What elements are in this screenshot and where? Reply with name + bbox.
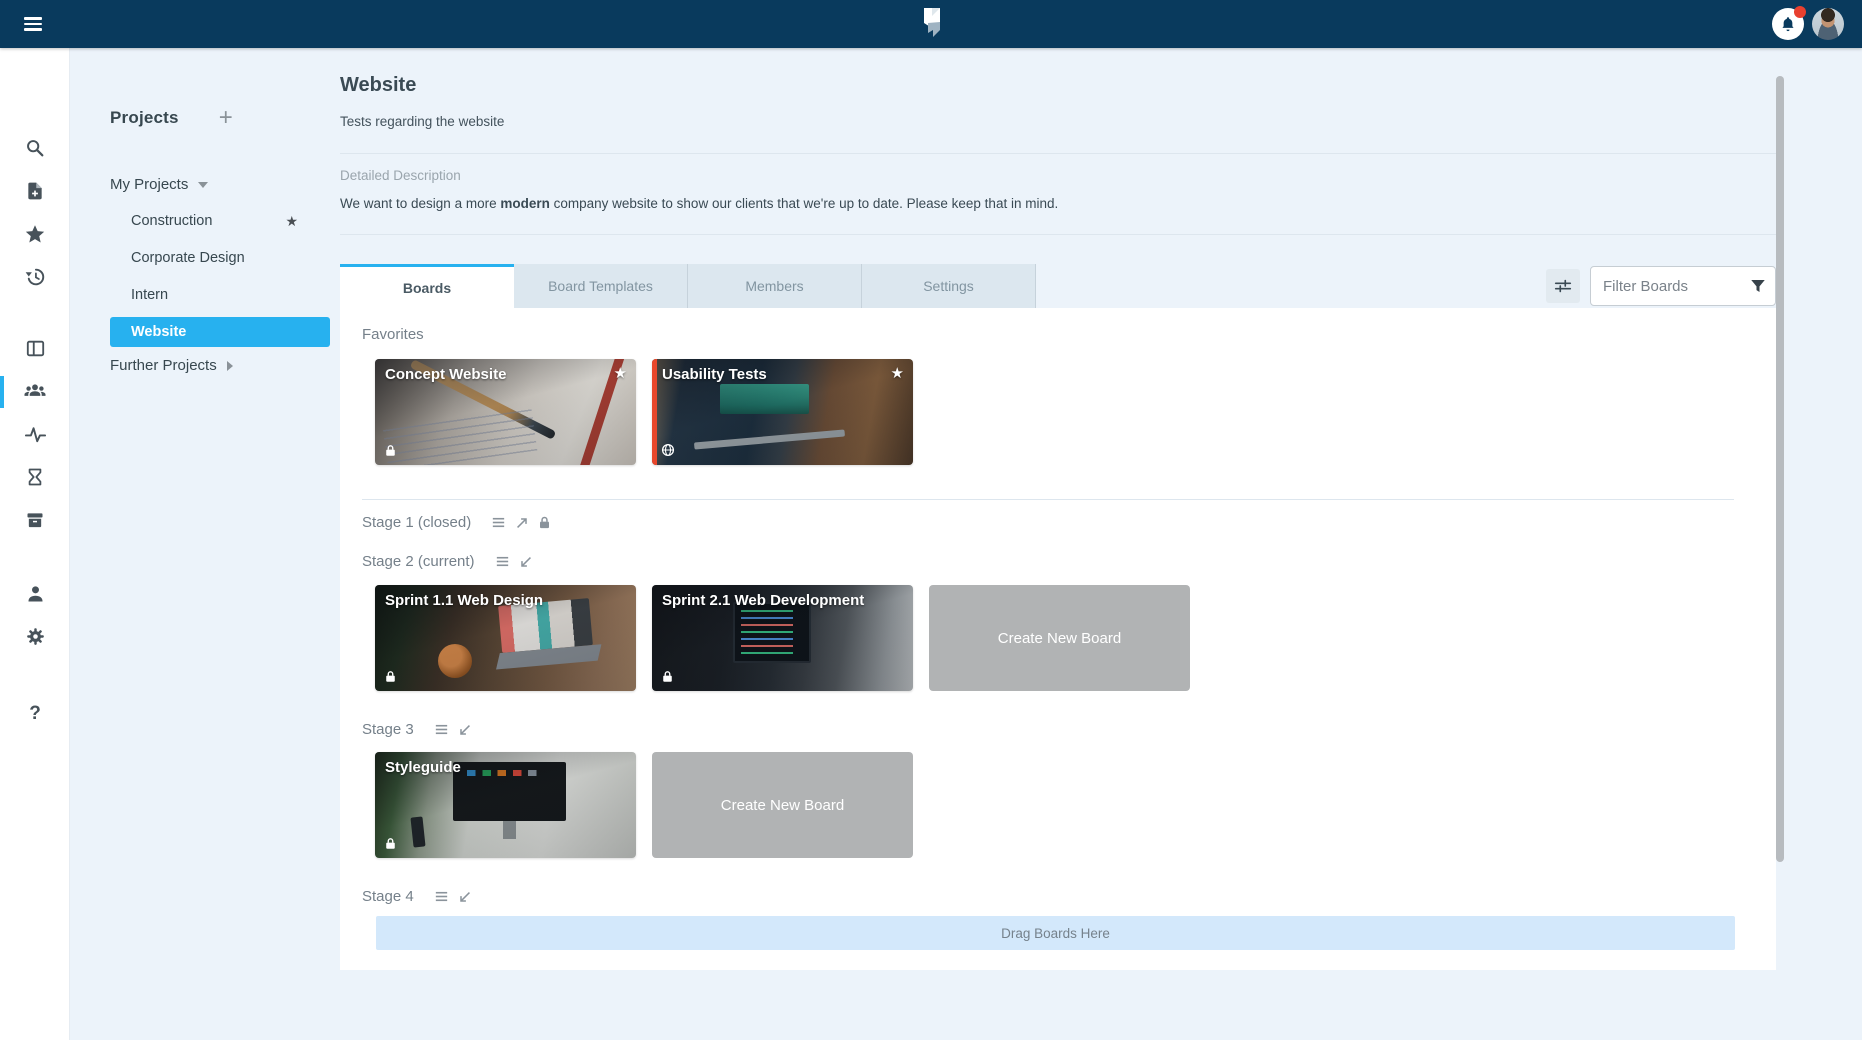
private-lock-icon [384,670,397,683]
notification-badge [1794,6,1806,18]
user-avatar[interactable] [1812,8,1844,40]
star-icon[interactable] [0,216,70,252]
stage-1-header: Stage 1 (closed) [362,514,1776,531]
private-lock-icon [661,670,674,683]
board-title: Styleguide [385,759,606,776]
help-icon[interactable]: ? [0,695,70,731]
tune-icon [1553,276,1573,296]
description-label: Detailed Description [340,168,1776,183]
favorite-star-icon: ★ [285,213,298,230]
stage-4-header: Stage 4 [362,888,1776,905]
board-title: Concept Website [385,366,606,383]
favorites-section-label: Favorites [362,326,1776,343]
project-item-corporate-design[interactable]: Corporate Design [122,243,358,273]
filter-boards-field [1590,266,1776,306]
stage-collapse-icon[interactable] [518,554,534,570]
stage-label: Stage 4 [362,888,414,905]
stage-locked-icon [537,515,552,530]
chevron-right-icon [227,361,233,371]
sort-options-button[interactable] [1546,269,1580,303]
stage-collapse-icon[interactable] [457,722,473,738]
board-color-stripe [652,359,657,465]
public-globe-icon [661,443,675,457]
hourglass-icon[interactable] [0,459,70,495]
further-projects-toggle[interactable]: Further Projects [110,357,233,374]
settings-gear-icon[interactable] [0,618,70,654]
board-title: Usability Tests [662,366,883,383]
boards-sheet: Favorites Concept Website ★ Usabili [340,308,1776,970]
stage-2-header: Stage 2 (current) [362,553,1776,570]
project-subtitle: Tests regarding the website [340,114,1776,129]
board-card-concept-website[interactable]: Concept Website ★ [375,359,636,465]
add-project-button[interactable]: + [219,109,233,127]
stage-menu-icon[interactable] [433,888,450,905]
board-card-sprint-2-1-web-development[interactable]: Sprint 2.1 Web Development [652,585,913,691]
board-title: Sprint 1.1 Web Design [385,592,606,609]
vertical-scrollbar[interactable] [1776,76,1784,862]
archive-icon[interactable] [0,502,70,538]
drag-boards-drop-zone[interactable]: Drag Boards Here [376,916,1735,950]
app-window: ? Projects + My Projects Construction ★ … [0,0,1862,1040]
tab-board-templates[interactable]: Board Templates [514,264,688,308]
project-item-intern[interactable]: Intern [122,280,358,310]
divider [340,234,1776,235]
stage-3-header: Stage 3 [362,721,1776,738]
stage-menu-icon[interactable] [494,553,511,570]
tab-settings[interactable]: Settings [862,264,1036,308]
divider [340,153,1776,154]
board-card-sprint-1-1-web-design[interactable]: Sprint 1.1 Web Design [375,585,636,691]
board-card-usability-tests[interactable]: Usability Tests ★ [652,359,913,465]
stage-3-cards-row: Styleguide Create New Board [375,752,1776,858]
board-star-icon[interactable]: ★ [614,364,627,382]
stage-label: Stage 1 (closed) [362,514,471,531]
tab-boards[interactable]: Boards [340,264,514,308]
activity-pulse-icon[interactable] [0,416,70,452]
tab-members[interactable]: Members [688,264,862,308]
person-icon[interactable] [0,575,70,611]
board-star-icon[interactable]: ★ [891,364,904,382]
icon-sidebar: ? [0,48,70,1040]
stage-2-cards-row: Sprint 1.1 Web Design Sprint 2.1 Web Dev… [375,585,1776,691]
groups-icon[interactable] [0,373,70,409]
board-columns-icon[interactable] [0,330,70,366]
stage-menu-icon[interactable] [433,721,450,738]
board-title: Sprint 2.1 Web Development [662,592,883,609]
project-item-website-selected[interactable]: Website [110,317,330,347]
stage-label: Stage 3 [362,721,414,738]
divider [362,499,1734,500]
stage-menu-icon[interactable] [490,514,507,531]
chevron-down-icon [198,182,208,188]
hamburger-menu-icon[interactable] [24,14,44,34]
projects-panel-title: Projects [110,108,179,128]
notification-bell-button[interactable] [1772,8,1804,40]
projects-panel: Projects + My Projects Construction ★ Co… [70,48,340,1040]
stage-collapse-icon[interactable] [457,889,473,905]
description-text: We want to design a more modern company … [340,196,1776,211]
project-item-construction[interactable]: Construction ★ [122,206,358,236]
funnel-filter-icon[interactable] [1749,277,1767,295]
top-bar [0,0,1862,48]
page-title: Website [340,48,1776,97]
stage-expand-icon[interactable] [514,515,530,531]
favorites-cards-row: Concept Website ★ Usability Tests ★ [375,359,1776,465]
private-lock-icon [384,837,397,850]
note-add-icon[interactable] [0,173,70,209]
history-icon[interactable] [0,259,70,295]
search-icon[interactable] [0,130,70,166]
tab-bar: Boards Board Templates Members Settings [340,264,1776,308]
stage-label: Stage 2 (current) [362,553,475,570]
app-logo-icon [920,7,944,41]
private-lock-icon [384,444,397,457]
my-projects-group-toggle[interactable]: My Projects [110,176,208,193]
boards-toolbar [1546,264,1776,308]
create-new-board-button[interactable]: Create New Board [929,585,1190,691]
main-content: Website Tests regarding the website Deta… [340,48,1776,1040]
bell-icon [1779,15,1797,33]
board-card-styleguide[interactable]: Styleguide [375,752,636,858]
create-new-board-button[interactable]: Create New Board [652,752,913,858]
